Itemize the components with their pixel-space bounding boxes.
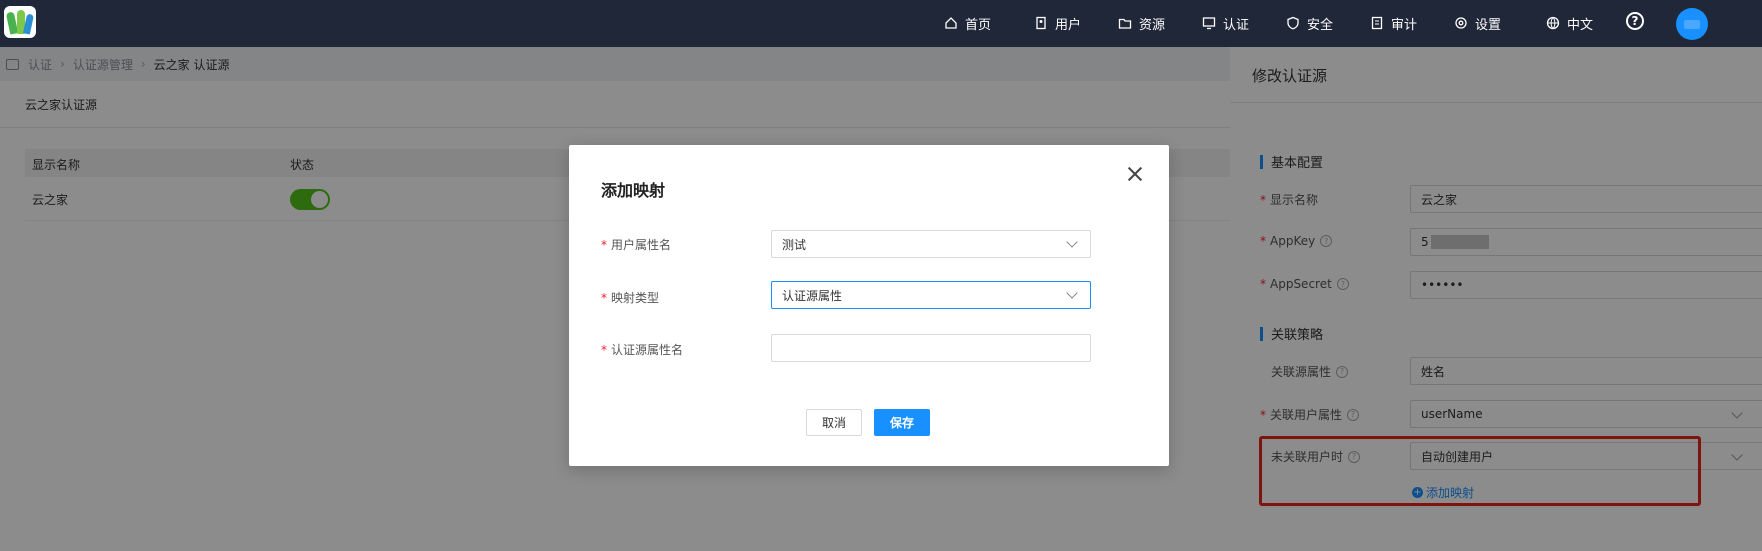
nav-resource-label: 资源 <box>1139 17 1166 33</box>
drawer-mask <box>1230 47 1762 551</box>
nav-user[interactable]: 用户 <box>1034 13 1081 33</box>
label-text: 用户属性名 <box>611 238 672 252</box>
nav-home-label: 首页 <box>965 17 992 33</box>
avatar[interactable] <box>1676 8 1708 40</box>
nav-auth[interactable]: 认证 <box>1202 13 1249 33</box>
nav-audit-label: 审计 <box>1391 17 1418 33</box>
source-attr-input[interactable] <box>771 334 1091 362</box>
globe-icon <box>1546 16 1560 30</box>
map-type-label: * 映射类型 <box>601 290 660 306</box>
shield-icon <box>1286 16 1300 30</box>
close-icon[interactable] <box>1126 165 1144 183</box>
nav-security[interactable]: 安全 <box>1286 13 1333 33</box>
nav-home[interactable]: 首页 <box>944 13 991 33</box>
nav-security-label: 安全 <box>1307 17 1334 33</box>
folder-icon <box>1118 16 1132 30</box>
gear-icon <box>1454 16 1468 30</box>
nav-auth-label: 认证 <box>1223 17 1250 33</box>
chevron-down-icon <box>1066 287 1078 299</box>
nav-user-label: 用户 <box>1055 17 1082 33</box>
monitor-icon <box>1202 16 1216 30</box>
top-navbar: 首页 用户 资源 认证 安全 审计 设置 中文 ? <box>0 0 1762 47</box>
nav-resource[interactable]: 资源 <box>1118 13 1165 33</box>
nav-settings-label: 设置 <box>1475 17 1502 33</box>
user-attr-label: * 用户属性名 <box>601 237 672 253</box>
user-icon <box>1034 16 1048 30</box>
help-icon[interactable]: ? <box>1626 12 1644 30</box>
nav-audit[interactable]: 审计 <box>1370 13 1417 33</box>
label-text: 映射类型 <box>611 291 660 305</box>
chevron-down-icon <box>1066 236 1078 248</box>
source-attr-label: * 认证源属性名 <box>601 342 684 358</box>
nav-settings[interactable]: 设置 <box>1454 13 1501 33</box>
save-button[interactable]: 保存 <box>874 409 930 436</box>
nav-language[interactable]: 中文 <box>1546 13 1593 33</box>
app-logo[interactable] <box>4 6 36 38</box>
user-attr-select[interactable]: 测试 <box>771 230 1091 258</box>
select-value: 认证源属性 <box>782 288 843 303</box>
cancel-button[interactable]: 取消 <box>806 409 862 436</box>
audit-icon <box>1370 16 1384 30</box>
dialog-title: 添加映射 <box>601 181 666 200</box>
select-value: 测试 <box>782 237 807 252</box>
home-icon <box>944 16 958 30</box>
label-text: 认证源属性名 <box>611 343 684 357</box>
add-mapping-dialog: 添加映射 * 用户属性名 测试 * 映射类型 认证源属性 * 认证源属性名 取消 保存 <box>569 145 1169 466</box>
map-type-select[interactable]: 认证源属性 <box>771 281 1091 309</box>
nav-language-label: 中文 <box>1567 17 1594 33</box>
